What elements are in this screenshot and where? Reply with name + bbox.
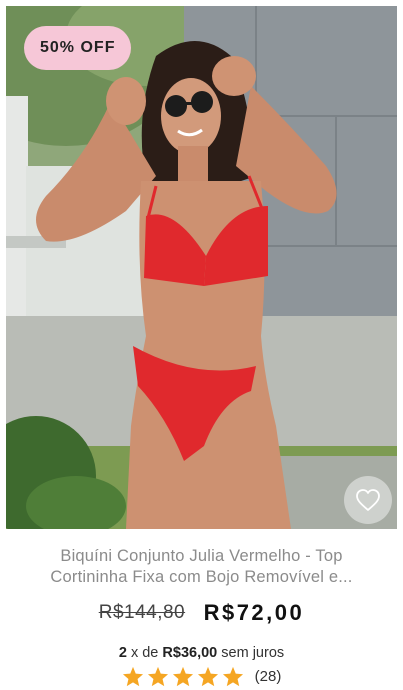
review-count: (28) <box>254 668 282 685</box>
star-icon <box>222 666 244 687</box>
star-icon <box>122 666 144 687</box>
sale-price: R$72,00 <box>203 600 305 625</box>
product-image[interactable]: 50% OFF <box>6 6 397 529</box>
star-icon <box>197 666 219 687</box>
original-price: R$144,80 <box>98 602 186 623</box>
rating-stars <box>122 666 247 687</box>
favorite-button[interactable] <box>344 476 392 524</box>
price-row: R$144,80 R$72,00 <box>0 600 403 626</box>
installments-info: 2 x de R$36,00 sem juros <box>0 645 403 661</box>
product-title[interactable]: Biquíni Conjunto Julia Vermelho - Top Co… <box>20 546 383 588</box>
discount-badge: 50% OFF <box>24 26 132 70</box>
installment-amount: R$36,00 <box>162 645 218 661</box>
rating: (28) <box>0 666 403 687</box>
installment-separator: x de <box>130 645 159 661</box>
heart-outline-icon <box>355 488 381 512</box>
star-icon <box>172 666 194 687</box>
star-icon <box>147 666 169 687</box>
installment-suffix: sem juros <box>221 645 285 661</box>
product-card[interactable]: 50% OFF Biquíni Conjunto Julia Vermelho … <box>0 0 403 690</box>
installment-count: 2 <box>118 645 127 661</box>
